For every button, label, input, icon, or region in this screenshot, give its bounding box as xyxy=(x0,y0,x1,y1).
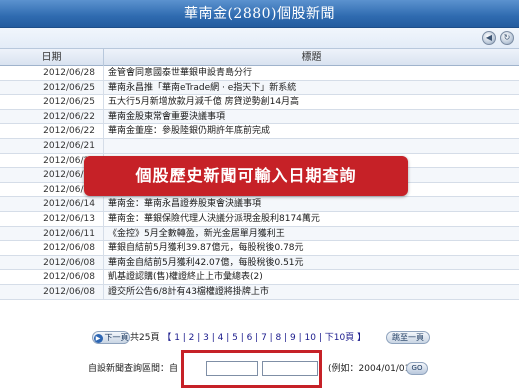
news-link[interactable]: 證交所公告6/8計有43檔權證將掛牌上市 xyxy=(108,285,519,299)
date-format-hint: (例如：2004/01/01) xyxy=(328,364,414,374)
row-date: 2012/06/25 xyxy=(0,95,104,109)
news-link[interactable]: 五大行5月新增放款月減千億 房貸逆勢創14月高 xyxy=(108,95,519,109)
news-link[interactable] xyxy=(108,139,519,153)
window-title: 華南金(2880)個股新聞 xyxy=(0,0,519,28)
go-button[interactable]: GO xyxy=(406,362,428,375)
pagination: ▶ 下一頁 共25頁 【 1 | 2 | 3 | 4 | 5 | 6 | 7 | … xyxy=(0,330,519,346)
news-link[interactable]: 華南金：華銀保險代理人決議分派現金股利8174萬元 xyxy=(108,212,519,226)
pager-info: 共25頁 【 1 | 2 | 3 | 4 | 5 | 6 | 7 | 8 | 9… xyxy=(130,330,366,346)
row-date: 2012/06/08 xyxy=(0,255,104,270)
jump-page-button[interactable]: 跳至一頁 xyxy=(386,331,430,344)
column-header-date: 日期 xyxy=(0,49,104,66)
table-row: 2012/06/25 華南永昌推「華南eTrade網 · e指天下」新系統 xyxy=(0,80,519,96)
arrow-right-icon: ▶ xyxy=(93,334,103,343)
news-table: 2012/06/28 金管會同意國泰世華銀申設青島分行 2012/06/25 華南永… xyxy=(0,66,519,330)
news-link[interactable]: 華南金自結前5月獲利42.07億，每股稅後0.51元 xyxy=(108,256,519,270)
table-row: 2012/06/08 證交所公告6/8計有43檔權證將掛牌上市 xyxy=(0,284,519,300)
table-row: 2012/06/25 五大行5月新增放款月減千億 房貸逆勢創14月高 xyxy=(0,95,519,110)
search-label: 自設新聞查詢區間：自 xyxy=(88,364,179,374)
column-header-title: 標題 xyxy=(301,52,322,63)
row-date: 2012/06/25 xyxy=(0,80,104,95)
news-link[interactable]: 《金控》5月全數轉盈，新光金居單月獲利王 xyxy=(108,227,519,241)
table-row: 2012/06/08 華南金自結前5月獲利42.07億，每股稅後0.51元 xyxy=(0,255,519,271)
row-date: 2012/06/11 xyxy=(0,226,104,241)
table-row: 2012/06/08 華銀自結前5月獲利39.87億元，每股稅後0.78元 xyxy=(0,241,519,256)
page-links[interactable]: 【 1 | 2 | 3 | 4 | 5 | 6 | 7 | 8 | 9 | 10… xyxy=(162,333,366,343)
row-date: 2012/06/08 xyxy=(0,270,104,284)
row-date: 2012/06/21 xyxy=(0,138,104,153)
news-link[interactable]: 華南永昌推「華南eTrade網 · e指天下」新系統 xyxy=(108,81,519,95)
page-count: 共25頁 xyxy=(130,333,160,343)
row-date: 2012/06/22 xyxy=(0,109,104,124)
table-row: 2012/06/22 華南金股東常會重要決議事項 xyxy=(0,109,519,125)
table-row: 2012/06/22 華南金董座：參股陸銀仍期許年底前完成 xyxy=(0,124,519,139)
table-row: 2012/06/14 華南金：華南永昌證券股東會決議事項 xyxy=(0,197,519,212)
table-row: 2012/06/21 xyxy=(0,138,519,154)
table-row: 2012/06/28 金管會同意國泰世華銀申設青島分行 xyxy=(0,66,519,81)
news-link[interactable]: 華南金董座：參股陸銀仍期許年底前完成 xyxy=(108,124,519,138)
news-link[interactable]: 凱基證認購(售)權證終止上市彙總表(2) xyxy=(108,270,519,284)
table-row: 2012/06/13 華南金：華銀保險代理人決議分派現金股利8174萬元 xyxy=(0,211,519,227)
toolbar: ◀ ↻ xyxy=(0,28,519,48)
refresh-icon[interactable]: ↻ xyxy=(500,31,514,45)
back-icon[interactable]: ◀ xyxy=(482,31,496,45)
row-date: 2012/06/13 xyxy=(0,211,104,226)
news-link[interactable]: 華南金股東常會重要決議事項 xyxy=(108,110,519,124)
news-link[interactable]: 金管會同意國泰世華銀申設青島分行 xyxy=(108,66,519,80)
next-page-button[interactable]: ▶ 下一頁 xyxy=(92,331,130,344)
row-date: 2012/06/14 xyxy=(0,197,104,211)
table-row: 2012/06/08 凱基證認購(售)權證終止上市彙總表(2) xyxy=(0,270,519,285)
history-news-banner: 個股歷史新聞可輸入日期查詢 xyxy=(84,156,408,196)
row-date: 2012/06/22 xyxy=(0,124,104,138)
next-page-label: 下一頁 xyxy=(104,333,129,342)
news-link[interactable]: 華南金：華南永昌證券股東會決議事項 xyxy=(108,197,519,211)
date-input-highlight xyxy=(181,350,322,388)
row-date: 2012/06/28 xyxy=(0,66,104,80)
table-row: 2012/06/11 《金控》5月全數轉盈，新光金居單月獲利王 xyxy=(0,226,519,242)
news-link[interactable]: 華銀自結前5月獲利39.87億元，每股稅後0.78元 xyxy=(108,241,519,255)
table-header: 日期 標題 xyxy=(0,48,519,66)
row-date: 2012/06/08 xyxy=(0,284,104,299)
row-date: 2012/06/08 xyxy=(0,241,104,255)
